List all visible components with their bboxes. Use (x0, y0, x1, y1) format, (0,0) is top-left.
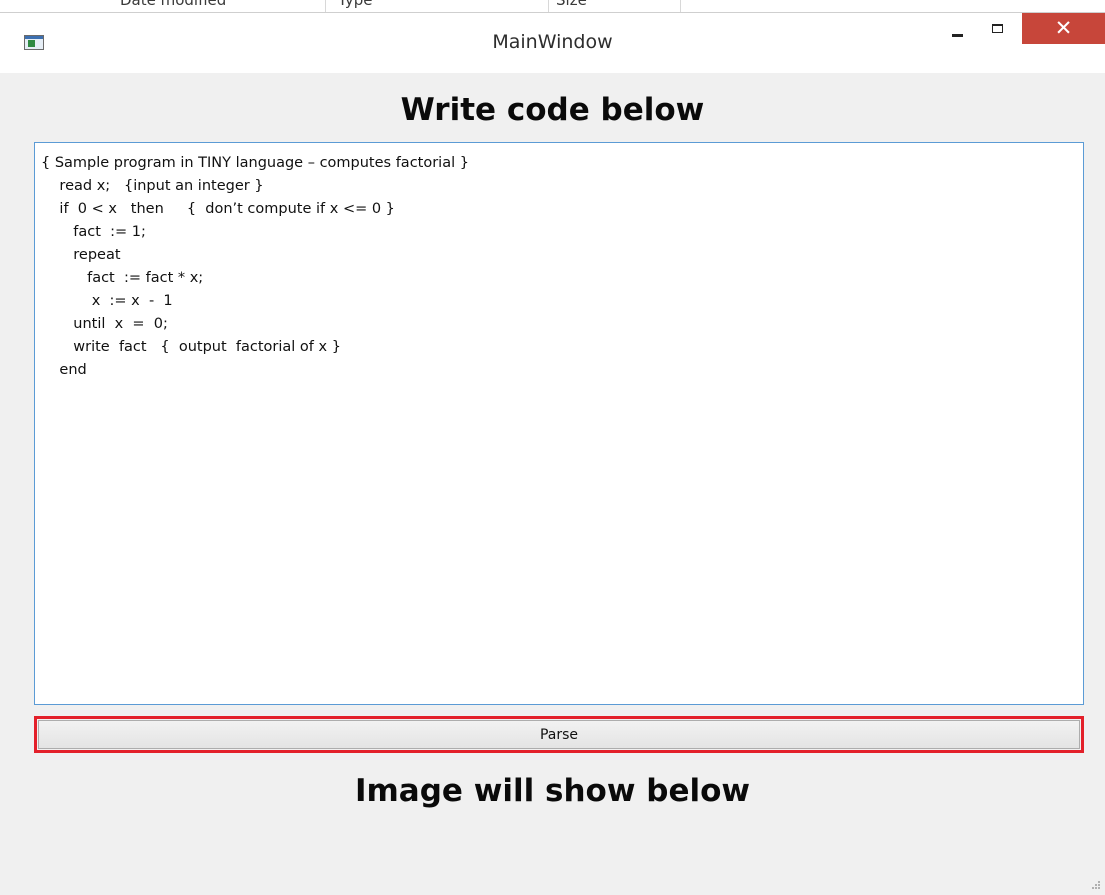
code-line: end (41, 362, 87, 378)
code-heading: Write code below (400, 92, 705, 128)
column-header-size: Size (556, 0, 587, 9)
code-line: if 0 < x then { don’t compute if x <= 0 … (41, 201, 395, 217)
column-separator (680, 0, 681, 12)
code-line: fact := fact * x; (41, 270, 204, 286)
maximize-icon (991, 24, 1003, 33)
code-line: x := x - 1 (41, 293, 173, 309)
minimize-icon (951, 34, 963, 37)
parse-button-highlight: Parse (34, 716, 1084, 753)
resize-grip-icon[interactable] (1089, 880, 1101, 892)
background-explorer-strip: Date modified Type Size (0, 0, 1105, 12)
code-line: until x = 0; (41, 316, 168, 332)
minimize-button[interactable] (940, 13, 974, 44)
close-icon: ✕ (1054, 16, 1073, 40)
code-editor[interactable]: { Sample program in TINY language – comp… (34, 142, 1084, 705)
close-button[interactable]: ✕ (1022, 13, 1105, 44)
title-bar[interactable]: MainWindow ✕ (0, 13, 1105, 73)
code-line: repeat (41, 247, 121, 263)
column-header-type: Type (338, 0, 373, 9)
code-line: { Sample program in TINY language – comp… (41, 155, 469, 171)
maximize-button[interactable] (980, 13, 1014, 44)
code-line: read x; {input an integer } (41, 178, 264, 194)
column-header-date-modified: Date modified (120, 0, 227, 9)
image-heading: Image will show below (354, 773, 751, 809)
main-window: MainWindow ✕ Write code below { Sample p… (0, 12, 1105, 895)
code-line: write fact { output factorial of x } (41, 339, 341, 355)
code-line: fact := 1; (41, 224, 146, 240)
column-separator (325, 0, 326, 12)
column-separator (548, 0, 549, 12)
parse-button[interactable]: Parse (38, 720, 1080, 749)
